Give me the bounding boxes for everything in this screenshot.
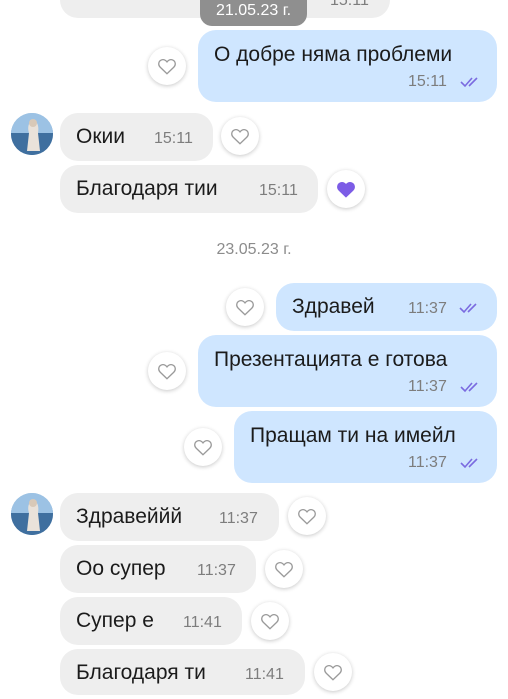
- heart-filled-icon: [337, 182, 355, 198]
- date-separator: 23.05.23 г.: [216, 241, 292, 258]
- heart-outline-icon: [158, 364, 176, 380]
- like-button[interactable]: [221, 117, 259, 155]
- message-time: 11:37: [219, 510, 258, 527]
- message-time: 11:41: [183, 614, 222, 631]
- message-text: Благодаря тии: [76, 177, 218, 200]
- message-time: 11:37: [197, 562, 236, 579]
- heart-outline-icon: [158, 59, 176, 75]
- message-bubble-incoming[interactable]: Здравеййй 11:37: [60, 493, 279, 541]
- double-check-icon: [460, 458, 478, 469]
- message-bubble-outgoing[interactable]: О добре няма проблеми 15:11: [198, 30, 497, 102]
- message-time: 11:41: [245, 666, 284, 683]
- partial-message-time: 15:11: [330, 0, 369, 9]
- like-button[interactable]: [288, 497, 326, 535]
- heart-outline-icon: [298, 509, 316, 525]
- contact-avatar[interactable]: [11, 493, 53, 535]
- message-text: Презентацията е готова: [214, 348, 448, 371]
- heart-outline-icon: [194, 440, 212, 456]
- double-check-icon: [459, 303, 477, 314]
- message-bubble-incoming[interactable]: Благодаря тии 15:11: [60, 165, 318, 213]
- floating-date-chip: 21.05.23 г.: [200, 0, 307, 26]
- message-text: Здравеййй: [76, 505, 183, 528]
- message-bubble-outgoing[interactable]: Здравей 11:37: [276, 283, 497, 331]
- message-text: Оо супер: [76, 557, 166, 580]
- like-button[interactable]: [226, 288, 264, 326]
- message-bubble-incoming[interactable]: Супер е 11:41: [60, 597, 242, 645]
- heart-outline-icon: [275, 562, 293, 578]
- like-button[interactable]: [148, 47, 186, 85]
- message-time: 11:37: [408, 378, 447, 395]
- message-bubble-outgoing[interactable]: Пращам ти на имейл 11:37: [234, 411, 497, 483]
- message-time: 11:37: [408, 300, 447, 317]
- message-text: Благодаря ти: [76, 661, 206, 684]
- like-button[interactable]: [148, 352, 186, 390]
- message-time: 15:11: [408, 73, 447, 90]
- like-button[interactable]: [184, 428, 222, 466]
- heart-outline-icon: [236, 300, 254, 316]
- like-button-liked[interactable]: [327, 170, 365, 208]
- message-text: Здравей: [292, 295, 375, 318]
- message-time: 11:37: [408, 454, 447, 471]
- message-text: Пращам ти на имейл: [250, 424, 456, 447]
- message-bubble-incoming[interactable]: Окии 15:11: [60, 113, 213, 161]
- message-bubble-incoming[interactable]: Оо супер 11:37: [60, 545, 256, 593]
- like-button[interactable]: [251, 602, 289, 640]
- double-check-icon: [460, 77, 478, 88]
- message-time: 15:11: [154, 130, 193, 147]
- heart-outline-icon: [324, 665, 342, 681]
- message-bubble-outgoing[interactable]: Презентацията е готова 11:37: [198, 335, 497, 407]
- double-check-icon: [460, 382, 478, 393]
- heart-outline-icon: [261, 614, 279, 630]
- heart-outline-icon: [231, 129, 249, 145]
- message-time: 15:11: [259, 182, 298, 199]
- contact-avatar[interactable]: [11, 113, 53, 155]
- like-button[interactable]: [314, 653, 352, 691]
- message-text: О добре няма проблеми: [214, 43, 453, 66]
- message-text: Окии: [76, 125, 125, 148]
- message-text: Супер е: [76, 609, 154, 632]
- message-bubble-incoming[interactable]: Благодаря ти 11:41: [60, 649, 305, 695]
- like-button[interactable]: [265, 550, 303, 588]
